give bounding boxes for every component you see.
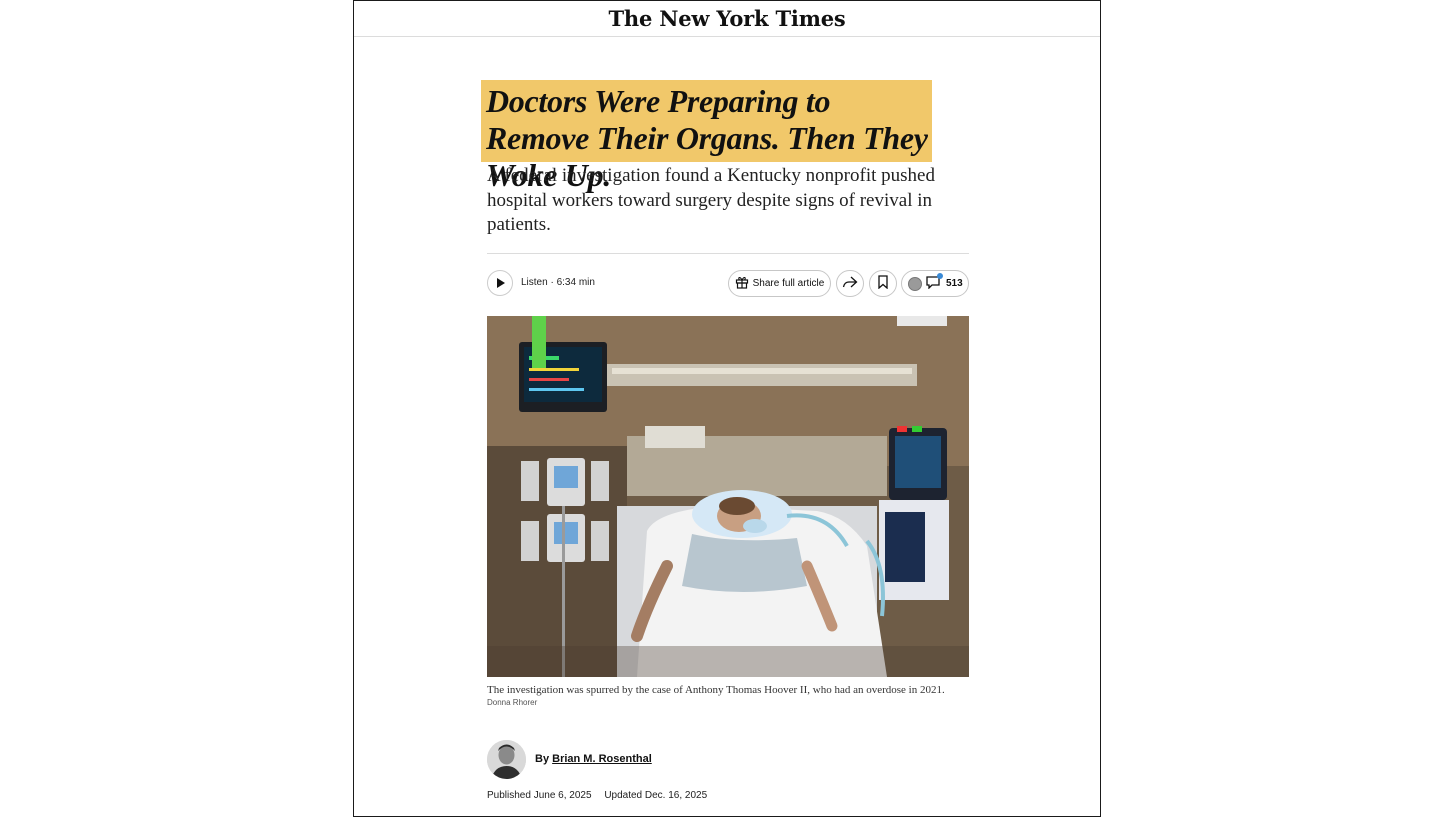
article-dates: Published June 6, 2025 Updated Dec. 16, … xyxy=(487,790,707,801)
nyt-logo[interactable]: The New York Times xyxy=(608,6,845,31)
author-portrait xyxy=(487,740,526,779)
byline: By Brian M. Rosenthal xyxy=(535,753,652,765)
comments-button[interactable]: 513 xyxy=(901,270,969,297)
save-article-button[interactable] xyxy=(869,270,897,297)
masthead: The New York Times xyxy=(354,1,1100,37)
lead-photo[interactable] xyxy=(487,316,969,677)
comment-count: 513 xyxy=(946,278,963,289)
author-avatar[interactable] xyxy=(487,740,526,779)
author-link[interactable]: Brian M. Rosenthal xyxy=(552,753,652,765)
published-date: Published June 6, 2025 xyxy=(487,790,592,801)
article-toolbar: Listen · 6:34 min Share full article 513 xyxy=(487,269,969,299)
divider xyxy=(487,253,969,254)
listen-play-button[interactable] xyxy=(487,270,513,296)
share-full-article-button[interactable]: Share full article xyxy=(728,270,831,297)
share-button[interactable] xyxy=(836,270,864,297)
commenter-avatar xyxy=(908,276,922,291)
bookmark-icon xyxy=(878,275,888,292)
gift-icon xyxy=(735,275,749,292)
new-comments-dot xyxy=(937,272,943,279)
photo-caption: The investigation was spurred by the cas… xyxy=(487,684,945,696)
article-summary: A federal investigation found a Kentucky… xyxy=(487,165,935,235)
play-icon xyxy=(497,278,505,288)
comment-icon xyxy=(926,272,943,292)
updated-date: Updated Dec. 16, 2025 xyxy=(604,790,708,801)
article-frame: The New York Times Doctors Were Preparin… xyxy=(353,0,1101,817)
hospital-photo-illustration xyxy=(487,316,969,677)
forward-share-icon xyxy=(842,275,858,292)
photo-credit: Donna Rhorer xyxy=(487,698,538,707)
byline-prefix: By xyxy=(535,753,550,765)
share-full-article-label: Share full article xyxy=(752,278,825,289)
listen-label[interactable]: Listen · 6:34 min xyxy=(521,277,595,288)
